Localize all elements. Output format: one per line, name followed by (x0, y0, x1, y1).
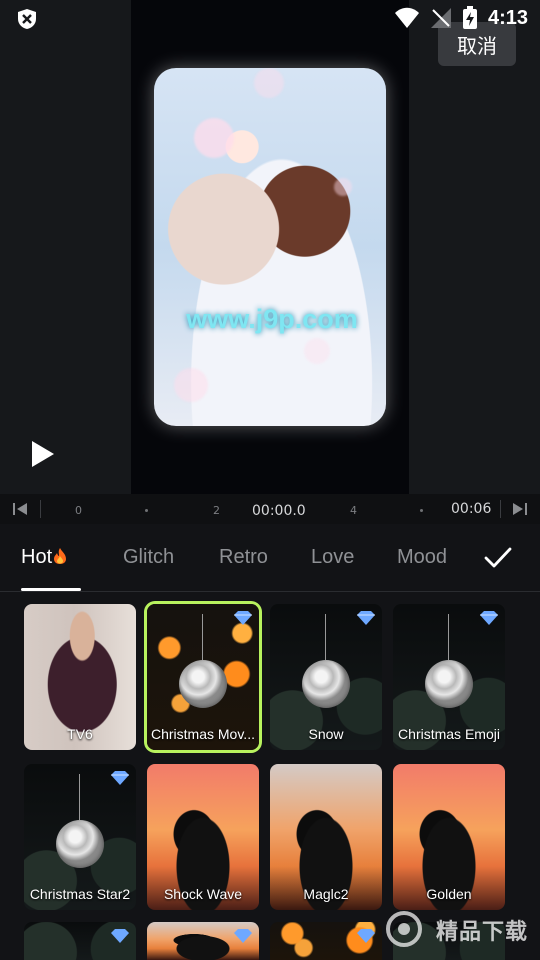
timeline-divider (500, 500, 501, 518)
premium-gem-icon (111, 771, 129, 785)
timeline-end-time: 00:06 (451, 501, 492, 517)
effect-label: Christmas Mov... (151, 726, 255, 742)
premium-gem-icon (357, 611, 375, 625)
bokeh-light (174, 368, 208, 402)
preview-watermark: www.j9p.com (186, 304, 358, 334)
effect-label: Christmas Emoji (398, 726, 500, 742)
ornament-image (56, 820, 104, 868)
no-signal-icon (430, 8, 451, 28)
timeline-tick: 2 (213, 504, 220, 517)
ornament-image (302, 660, 350, 708)
status-time: 4:13 (487, 6, 528, 29)
timeline-dot (420, 509, 423, 512)
effect-tile-shock-wave[interactable]: Shock Wave (147, 764, 259, 910)
effect-tile-christmas-emoji[interactable]: Christmas Emoji (393, 604, 505, 750)
effect-category-tabs: Hot Glitch Retro Love Mood (0, 524, 540, 592)
flame-icon (54, 548, 67, 564)
check-icon[interactable] (484, 546, 512, 570)
status-bar: 4:13 (0, 0, 540, 36)
effect-label: Snow (308, 726, 344, 742)
effect-label: Christmas Star2 (29, 886, 131, 902)
effect-tile-magic2[interactable]: Maglc2 (270, 764, 382, 910)
battery-charging-icon (462, 6, 477, 29)
bokeh-light (304, 338, 330, 364)
premium-gem-icon (234, 611, 252, 625)
skip-end-icon[interactable] (512, 502, 528, 516)
bokeh-light (194, 118, 234, 158)
tab-label: Hot (21, 546, 53, 568)
ornament-image (179, 660, 227, 708)
premium-gem-icon (111, 929, 129, 943)
effect-tile-christmas-movie[interactable]: Christmas Mov... (147, 604, 259, 750)
premium-gem-icon (480, 611, 498, 625)
video-preview-area: www.j9p.com 取消 (0, 0, 540, 494)
effect-label: Golden (426, 886, 472, 902)
effect-tile-golden[interactable]: Golden (393, 764, 505, 910)
timeline-tick: 4 (350, 504, 357, 517)
play-icon[interactable] (28, 438, 58, 470)
timeline-dot (145, 509, 148, 512)
effect-tile-christmas-star2[interactable]: Christmas Star2 (24, 764, 136, 910)
ornament-image (425, 660, 473, 708)
timeline-divider (40, 500, 41, 518)
ornament-string (202, 614, 203, 660)
effect-label: Maglc2 (303, 886, 349, 902)
premium-gem-icon (357, 929, 375, 943)
bokeh-light (334, 178, 352, 196)
ornament-string (79, 774, 80, 820)
effect-label: Shock Wave (163, 886, 243, 902)
active-tab-indicator (21, 588, 81, 591)
effect-tile-snow[interactable]: Snow (270, 604, 382, 750)
shield-icon (18, 9, 36, 29)
ornament-string (325, 614, 326, 660)
timeline-bar[interactable]: 0 2 00:00.0 4 00:06 (0, 494, 540, 524)
tab-love[interactable]: Love (311, 546, 354, 569)
video-thumbnail[interactable]: www.j9p.com (154, 68, 386, 426)
timeline-current-time: 00:00.0 (252, 503, 306, 519)
wifi-icon (394, 7, 419, 28)
skip-start-icon[interactable] (12, 502, 28, 516)
effect-tile-partial[interactable] (24, 922, 136, 960)
effect-tile-partial[interactable] (147, 922, 259, 960)
tab-mood[interactable]: Mood (397, 546, 447, 569)
tab-hot[interactable]: Hot (21, 546, 67, 569)
effect-tile-partial[interactable] (270, 922, 382, 960)
effect-tile-tv6[interactable]: TV6 (24, 604, 136, 750)
timeline-tick: 0 (75, 504, 82, 517)
ornament-string (448, 614, 449, 660)
tab-glitch[interactable]: Glitch (123, 546, 174, 569)
tab-retro[interactable]: Retro (219, 546, 268, 569)
bokeh-light (254, 68, 284, 98)
premium-gem-icon (234, 929, 252, 943)
site-watermark-text: 精品下载 (436, 920, 529, 945)
effect-label: TV6 (67, 726, 93, 742)
